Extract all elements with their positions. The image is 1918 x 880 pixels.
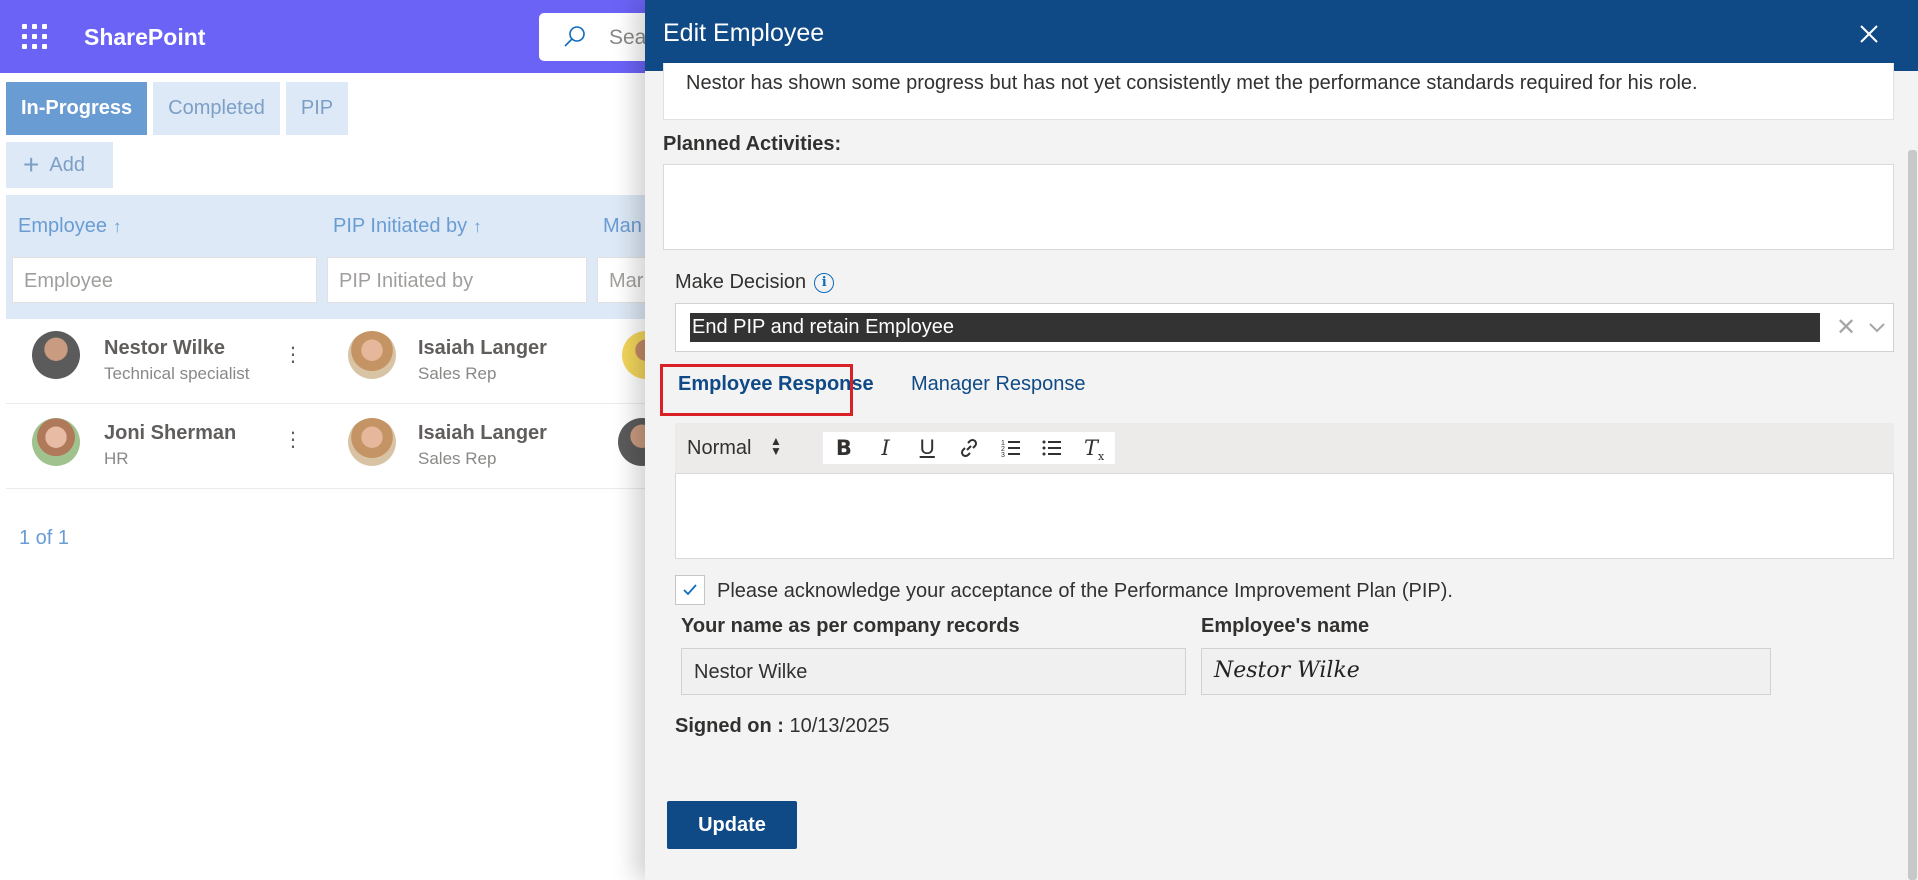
panel-title: Edit Employee	[663, 19, 825, 47]
highlight-box	[660, 364, 853, 416]
sort-arrow-icon: ↑	[473, 217, 482, 236]
underline-icon[interactable]: U	[910, 432, 944, 464]
add-label: Add	[49, 154, 85, 176]
info-icon[interactable]: i	[814, 273, 835, 293]
name-label: Your name as per company records	[681, 615, 1020, 637]
signed-on-date: 10/13/2025	[789, 715, 890, 737]
column-header-manager[interactable]: Man	[603, 215, 642, 238]
status-tabs: In-Progress Completed PIP	[6, 82, 349, 135]
employee-role: HR	[104, 449, 129, 468]
filter-employee[interactable]: Employee	[12, 257, 317, 303]
search-icon	[564, 26, 585, 47]
svg-text:3: 3	[1001, 452, 1005, 458]
tab-pip[interactable]: PIP	[285, 82, 349, 135]
link-icon[interactable]	[952, 432, 986, 464]
italic-icon[interactable]: I	[869, 432, 903, 464]
table-row[interactable]: Joni Sherman HR ⋮ Isaiah Langer Sales Re…	[6, 404, 666, 489]
signature-label: Employee's name	[1201, 615, 1370, 637]
chevron-down-icon[interactable]	[1866, 316, 1888, 338]
pager-text: 1 of 1	[19, 527, 70, 549]
format-buttons: B I U 1 2 3 Tx	[823, 432, 1115, 464]
make-decision-label: Make Decision i	[675, 271, 835, 294]
search-placeholder: Sea	[609, 26, 647, 49]
signed-on-label: Signed on :	[675, 715, 784, 737]
decision-selected-value: End PIP and retain Employee	[690, 313, 1820, 342]
decision-dropdown[interactable]: End PIP and retain Employee ✕	[675, 303, 1894, 352]
planned-activities-label: Planned Activities:	[663, 133, 842, 155]
grid-header: Employee ↑ PIP Initiated by ↑ Man Employee…	[6, 195, 657, 319]
panel-header: Edit Employee	[645, 0, 1918, 71]
bold-icon[interactable]: B	[827, 432, 861, 464]
signature-field[interactable]: Nestor Wilke	[1201, 648, 1771, 695]
avatar	[32, 418, 80, 466]
initiator-role: Sales Rep	[418, 449, 497, 468]
response-editor[interactable]	[675, 473, 1894, 559]
add-button[interactable]: + Add	[6, 142, 113, 188]
clear-icon[interactable]: ✕	[1836, 313, 1856, 342]
planned-activities-field[interactable]	[663, 164, 1894, 250]
initiator-name[interactable]: Isaiah Langer	[418, 337, 547, 360]
format-select[interactable]: Normal	[687, 437, 751, 460]
acknowledge-label[interactable]: Please acknowledge your acceptance of th…	[717, 580, 1453, 603]
employee-name[interactable]: Joni Sherman	[104, 422, 236, 445]
column-header-pip-initiated-by[interactable]: PIP Initiated by ↑	[333, 215, 482, 238]
bullet-list-icon[interactable]	[1035, 432, 1069, 464]
more-options-icon[interactable]: ⋮	[283, 430, 303, 450]
close-icon[interactable]	[1855, 20, 1883, 48]
clear-format-icon[interactable]: Tx	[1077, 432, 1111, 464]
tab-completed[interactable]: Completed	[153, 82, 280, 135]
initiator-name[interactable]: Isaiah Langer	[418, 422, 547, 445]
employee-name[interactable]: Nestor Wilke	[104, 337, 225, 360]
avatar	[348, 418, 396, 466]
employee-role: Technical specialist	[104, 364, 250, 383]
tab-manager-response[interactable]: Manager Response	[911, 373, 1086, 396]
sort-arrow-icon: ↑	[112, 217, 122, 236]
plus-icon: +	[23, 149, 40, 180]
avatar	[32, 331, 80, 379]
name-field[interactable]: Nestor Wilke	[681, 648, 1186, 695]
ordered-list-icon[interactable]: 1 2 3	[994, 432, 1028, 464]
brand-title[interactable]: SharePoint	[84, 24, 205, 51]
column-header-employee[interactable]: Employee ↑	[18, 215, 121, 238]
previous-notes-text: Nestor has shown some progress but has n…	[686, 72, 1698, 94]
update-button[interactable]: Update	[667, 801, 797, 849]
edit-employee-panel: Edit Employee Nestor has shown some prog…	[645, 0, 1918, 880]
filter-pip-initiated-by[interactable]: PIP Initiated by	[327, 257, 587, 303]
acknowledge-checkbox[interactable]	[675, 575, 705, 605]
rich-text-toolbar: Normal ▲ ▼ B I U 1 2 3 Tx	[675, 423, 1894, 473]
more-options-icon[interactable]: ⋮	[283, 345, 303, 365]
table-row[interactable]: Nestor Wilke Technical specialist ⋮ Isai…	[6, 319, 670, 404]
initiator-role: Sales Rep	[418, 364, 497, 383]
avatar	[348, 331, 396, 379]
previous-notes-field[interactable]: Nestor has shown some progress but has n…	[663, 63, 1894, 120]
checkmark-icon	[683, 584, 697, 596]
tab-in-progress[interactable]: In-Progress	[6, 82, 148, 135]
app-launcher-icon[interactable]	[22, 24, 48, 50]
signed-on: Signed on : 10/13/2025	[675, 715, 890, 738]
select-arrows-icon[interactable]: ▲ ▼	[770, 435, 782, 457]
panel-scrollbar[interactable]	[1908, 150, 1917, 880]
